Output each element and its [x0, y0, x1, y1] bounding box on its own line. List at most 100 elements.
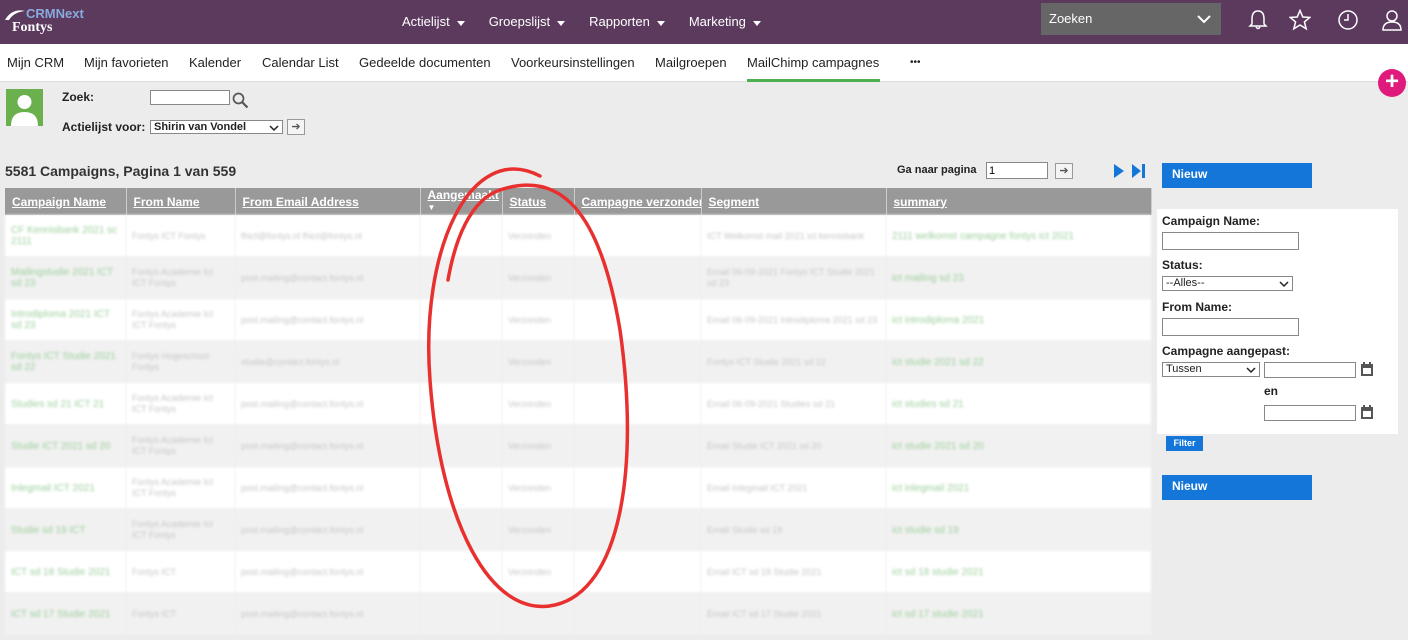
cell-status: Verzonden	[502, 509, 574, 551]
chevron-down-icon	[752, 20, 761, 26]
cell-campaign-name[interactable]: Fontys ICT Studie 2021 sd 22	[5, 341, 126, 383]
table-row[interactable]: Inlegmail ICT 2021 Fontys Academie Ict IC…	[5, 467, 1151, 509]
add-button[interactable]: +	[1378, 69, 1406, 97]
tab-gedeelde-documenten[interactable]: Gedeelde documenten	[359, 44, 491, 82]
tab-mijn-favorieten[interactable]: Mijn favorieten	[84, 44, 169, 82]
column-header-status[interactable]: Status	[502, 188, 575, 215]
actielijst-select[interactable]: Shirin van Vondel	[150, 120, 283, 134]
campaign-name-input[interactable]	[1162, 232, 1299, 250]
table-row[interactable]: ICT sd 17 Studie 2021 Fontys ICT post.mail…	[5, 593, 1151, 635]
zoek-input[interactable]	[150, 90, 230, 105]
user-icon[interactable]	[1381, 9, 1403, 31]
menu-actielijst[interactable]: Actielijst	[390, 0, 477, 44]
table-row[interactable]: Studies sd 21 ICT 21 Fontys Academie Ict …	[5, 383, 1151, 425]
cell-from-name: Fontys Academie Ict ICT Fontys	[126, 509, 235, 551]
tab-more[interactable]: •••	[910, 44, 921, 82]
calendar-icon[interactable]	[1360, 404, 1374, 420]
cell-from-name: Fontys ICT Fontys	[126, 215, 235, 257]
actielijst-label: Actielijst voor:	[62, 120, 146, 134]
menu-groepslijst[interactable]: Groepslijst	[477, 0, 577, 44]
date-to-input[interactable]	[1264, 405, 1356, 421]
cell-status: Verzonden	[502, 215, 574, 257]
menu-marketing[interactable]: Marketing	[677, 0, 773, 44]
table-row[interactable]: Studie ICT 2021 sd 20 Fontys Academie Ict…	[5, 425, 1151, 467]
menu-rapporten-label: Rapporten	[589, 14, 650, 29]
cell-from-email: post.mailing@contact.fontys.nl	[235, 425, 420, 467]
table-header-row: Campaign Name From Name From Email Addre…	[5, 188, 1152, 215]
column-header-aangemaakt[interactable]: Aangemaakt ▼	[420, 188, 503, 215]
column-header-campaign-name[interactable]: Campaign Name	[5, 188, 127, 215]
date-from-input[interactable]	[1264, 362, 1356, 378]
next-page-icon[interactable]	[1112, 163, 1126, 179]
campaign-name-label: Campaign Name:	[1162, 214, 1261, 228]
menu-actielijst-label: Actielijst	[402, 14, 450, 29]
main-menu: Actielijst Groepslijst Rapporten Marketi…	[390, 0, 773, 44]
cell-summary[interactable]: ict mailing sd 23	[886, 257, 1151, 299]
crmnext-fontys-logo[interactable]: CRMNext Fontys	[4, 6, 114, 40]
bell-icon[interactable]	[1247, 9, 1269, 31]
from-name-input[interactable]	[1162, 318, 1299, 336]
global-search-select[interactable]: Zoeken	[1041, 3, 1221, 35]
cell-campaign-name[interactable]: ICT sd 17 Studie 2021	[5, 593, 126, 635]
cell-from-email: fhict@fontys.nl fhict@fontys.nl	[235, 215, 420, 257]
nieuw-button-bottom[interactable]: Nieuw	[1162, 475, 1312, 500]
status-select[interactable]: --Alles--	[1162, 276, 1293, 291]
cell-campaign-name[interactable]: Studies sd 21 ICT 21	[5, 383, 126, 425]
tab-mijn-crm[interactable]: Mijn CRM	[7, 44, 64, 82]
column-header-from-name[interactable]: From Name	[126, 188, 236, 215]
cell-summary[interactable]: ict inlegmail 2021	[886, 467, 1151, 509]
tab-mailgroepen[interactable]: Mailgroepen	[655, 44, 727, 82]
cell-campaign-name[interactable]: Studie sd 19 ICT	[5, 509, 126, 551]
menu-rapporten[interactable]: Rapporten	[577, 0, 677, 44]
cell-summary[interactable]: ict introdiploma 2021	[886, 299, 1151, 341]
column-header-campagne-verzonden[interactable]: Campagne verzonden	[574, 188, 702, 215]
cell-summary[interactable]: ict sd 18 studie 2021	[886, 551, 1151, 593]
table-row[interactable]: Studie sd 19 ICT Fontys Academie Ict ICT …	[5, 509, 1151, 551]
cell-segment: Email ICT sd 17 Studie 2021	[701, 593, 886, 635]
tab-mailchimp-campagnes[interactable]: MailChimp campagnes	[747, 44, 880, 82]
goto-page-input[interactable]	[986, 162, 1048, 179]
status-select-value: --Alles--	[1166, 277, 1205, 289]
cell-campaign-name[interactable]: Introdiploma 2021 ICT sd 23	[5, 299, 126, 341]
column-header-segment[interactable]: Segment	[701, 188, 887, 215]
cell-campaign-name[interactable]: CF Kennisbank 2021 sc 2111	[5, 215, 126, 257]
actielijst-go-button[interactable]: ➔	[287, 119, 305, 135]
table-row[interactable]: ICT sd 18 Studie 2021 Fontys ICT post.mail…	[5, 551, 1151, 593]
tab-voorkeursinstellingen[interactable]: Voorkeursinstellingen	[511, 44, 635, 82]
table-row[interactable]: CF Kennisbank 2021 sc 2111 Fontys ICT Fon…	[5, 215, 1151, 257]
filter-button[interactable]: Filter	[1166, 436, 1203, 451]
tab-kalender[interactable]: Kalender	[189, 44, 241, 82]
cell-summary[interactable]: ict studies sd 21	[886, 383, 1151, 425]
cell-summary[interactable]: 2111 welkomst campagne fontys ict 2021	[886, 215, 1151, 257]
star-icon[interactable]	[1289, 9, 1311, 31]
column-header-summary[interactable]: summary	[886, 188, 1152, 215]
cell-summary[interactable]: ict studie sd 19	[886, 509, 1151, 551]
cell-from-name: Fontys ICT	[126, 593, 235, 635]
cell-from-name: Fontys Academie Ict ICT Fontys	[126, 257, 235, 299]
cell-campaign-name[interactable]: Inlegmail ICT 2021	[5, 467, 126, 509]
table-row[interactable]: Mailingstudie 2021 ICT sd 23 Fontys Acade…	[5, 257, 1151, 299]
cell-summary[interactable]: ict studie 2021 sd 20	[886, 425, 1151, 467]
calendar-icon[interactable]	[1360, 361, 1374, 377]
cell-from-email: post.mailing@contact.fontys.nl	[235, 257, 420, 299]
search-icon[interactable]	[232, 92, 249, 109]
cell-status: Verzonden	[502, 551, 574, 593]
avatar	[6, 89, 43, 126]
date-range-select[interactable]: Tussen	[1162, 362, 1260, 377]
cell-campaign-name[interactable]: Mailingstudie 2021 ICT sd 23	[5, 257, 126, 299]
table-row[interactable]: Fontys ICT Studie 2021 sd 22 Fontys Hoges…	[5, 341, 1151, 383]
cell-campaign-name[interactable]: Studie ICT 2021 sd 20	[5, 425, 126, 467]
cell-summary[interactable]: ict sd 17 studie 2021	[886, 593, 1151, 635]
nieuw-button-top[interactable]: Nieuw	[1162, 163, 1312, 188]
menu-marketing-label: Marketing	[688, 14, 746, 29]
last-page-icon[interactable]	[1131, 163, 1147, 179]
table-row[interactable]: Introdiploma 2021 ICT sd 23 Fontys Academ…	[5, 299, 1151, 341]
tab-calendar-list[interactable]: Calendar List	[262, 44, 339, 82]
column-header-from-email[interactable]: From Email Address	[235, 188, 421, 215]
goto-page-button[interactable]: ➔	[1055, 163, 1073, 179]
cell-campaign-name[interactable]: ICT sd 18 Studie 2021	[5, 551, 126, 593]
from-name-label: From Name:	[1162, 300, 1233, 314]
cell-summary[interactable]: ict studie 2021 sd 22	[886, 341, 1151, 383]
cell-from-name: Fontys ICT	[126, 551, 235, 593]
clock-icon[interactable]	[1337, 9, 1359, 31]
